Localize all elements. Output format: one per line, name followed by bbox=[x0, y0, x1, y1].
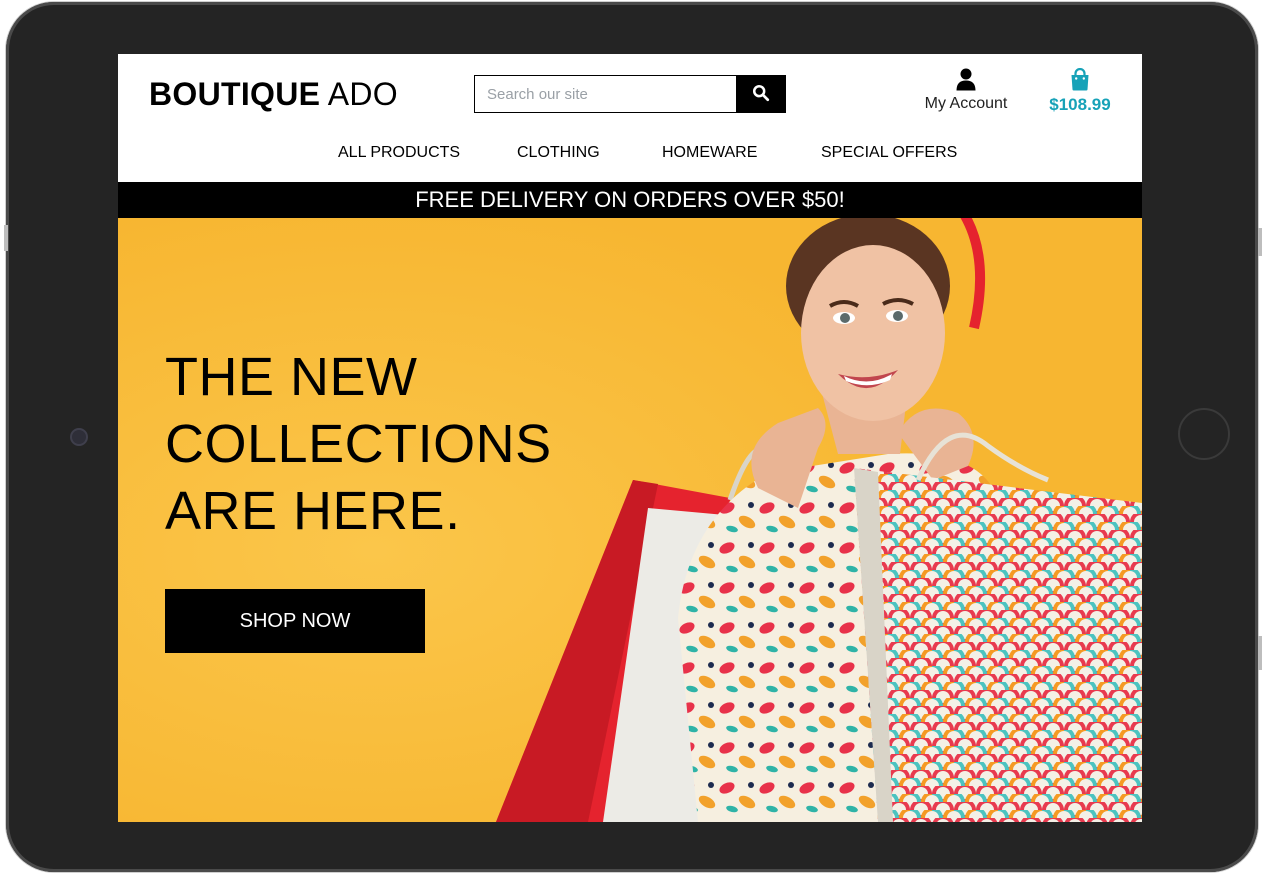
my-account-link[interactable]: My Account bbox=[914, 68, 1018, 113]
nav-clothing[interactable]: CLOTHING bbox=[517, 144, 600, 162]
hero-section: THE NEW COLLECTIONS ARE HERE. SHOP NOW bbox=[118, 218, 1142, 822]
hero-headline: THE NEW COLLECTIONS ARE HERE. bbox=[165, 344, 552, 545]
delivery-banner: FREE DELIVERY ON ORDERS OVER $50! bbox=[118, 182, 1142, 218]
cart-link[interactable]: $108.99 bbox=[1042, 68, 1118, 115]
front-camera bbox=[70, 428, 88, 446]
site-header: BOUTIQUE ADO My Account bbox=[118, 54, 1142, 182]
nav-all-products[interactable]: ALL PRODUCTS bbox=[338, 144, 460, 162]
nav-special-offers[interactable]: SPECIAL OFFERS bbox=[821, 144, 957, 162]
main-nav: ALL PRODUCTS CLOTHING HOMEWARE SPECIAL O… bbox=[118, 144, 1142, 166]
logo-bold-text: BOUTIQUE bbox=[149, 76, 321, 112]
cart-total: $108.99 bbox=[1049, 95, 1111, 114]
volume-button bbox=[4, 225, 8, 251]
shop-now-button[interactable]: SHOP NOW bbox=[165, 589, 425, 653]
tablet-screen: BOUTIQUE ADO My Account bbox=[118, 54, 1142, 822]
nav-homeware[interactable]: HOMEWARE bbox=[662, 144, 757, 162]
home-button bbox=[1178, 408, 1230, 460]
logo-light-text: ADO bbox=[327, 76, 398, 112]
search-button[interactable] bbox=[736, 75, 786, 113]
side-button bbox=[1258, 636, 1262, 670]
search-icon bbox=[752, 84, 770, 101]
search-input[interactable] bbox=[474, 75, 737, 113]
site-logo[interactable]: BOUTIQUE ADO bbox=[149, 76, 398, 113]
hero-headline-line: COLLECTIONS bbox=[165, 414, 552, 474]
hero-headline-line: ARE HERE. bbox=[165, 481, 461, 541]
my-account-label: My Account bbox=[924, 95, 1008, 112]
search-form bbox=[474, 75, 786, 113]
shopping-bag-icon bbox=[1071, 68, 1089, 91]
user-icon bbox=[956, 68, 976, 91]
power-button bbox=[1258, 228, 1262, 256]
hero-headline-line: THE NEW bbox=[165, 347, 418, 407]
